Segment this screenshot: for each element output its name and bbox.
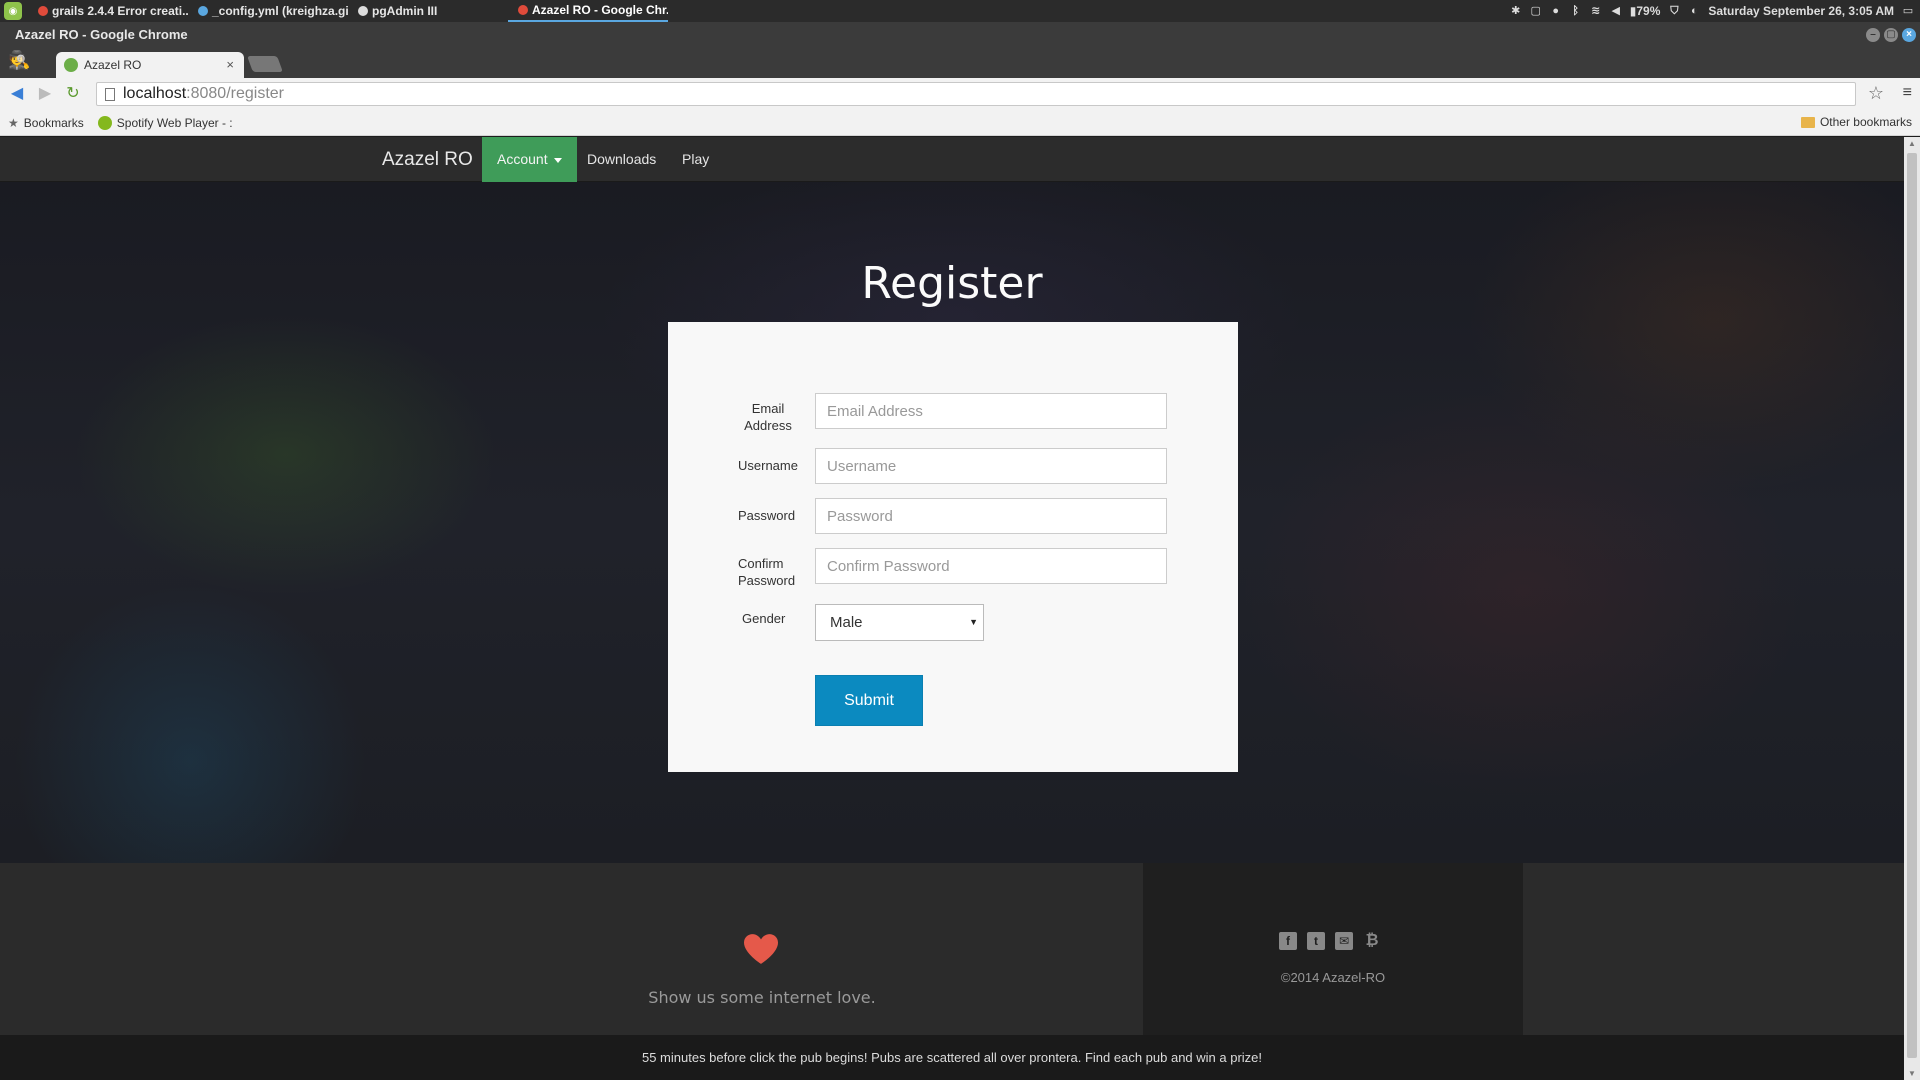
taskbar-item-chrome[interactable]: Azazel RO - Google Chr...: [508, 0, 668, 22]
minimize-button[interactable]: –: [1866, 28, 1880, 42]
incognito-icon: 🕵: [8, 50, 31, 70]
taskbar-item-label: grails 2.4.4 Error creati...: [52, 4, 188, 18]
gender-select[interactable]: Male ▼: [815, 604, 984, 641]
editor-icon: [198, 6, 208, 16]
taskbar-item-config[interactable]: _config.yml (kreighza.gi...: [188, 0, 348, 22]
scrollbar-thumb[interactable]: [1907, 153, 1917, 1058]
taskbar-item-label: pgAdmin III: [372, 4, 438, 18]
tab-strip: 🕵 Azazel RO ×: [0, 48, 1920, 78]
page-viewport: Azazel RO Account Downloads Play Registe…: [0, 137, 1904, 1080]
os-top-panel: ◉ grails 2.4.4 Error creati... _config.y…: [0, 0, 1920, 22]
hero-section: Register Email Address Username Password…: [0, 182, 1904, 863]
browser-tab[interactable]: Azazel RO ×: [56, 52, 244, 78]
bookmark-spotify[interactable]: Spotify Web Player - :: [97, 115, 233, 130]
announcement-ticker: 55 minutes before click the pub begins! …: [0, 1035, 1904, 1080]
email-label: Email Address: [744, 401, 792, 433]
bookmarks-bar: ★ Bookmarks Spotify Web Player - : Other…: [0, 110, 1920, 136]
bookmarks-button[interactable]: ★ Bookmarks: [8, 116, 84, 130]
taskbar-item-label: Azazel RO - Google Chr...: [532, 3, 668, 17]
site-footer: Show us some internet love. f t ✉ ₿ ©201…: [0, 863, 1904, 1035]
url-path: :8080/register: [186, 85, 284, 102]
chrome-icon: [518, 5, 528, 15]
address-bar[interactable]: localhost:8080/register: [96, 82, 1856, 106]
social-links: f t ✉ ₿: [1279, 932, 1381, 950]
nav-play[interactable]: Play: [667, 137, 724, 182]
shield-icon[interactable]: ⛉: [1668, 5, 1680, 17]
register-form: Email Address Username Password Confirm …: [668, 322, 1238, 772]
twitter-icon[interactable]: t: [1307, 932, 1325, 950]
nav-account-label: Account: [497, 151, 548, 167]
other-bookmarks-label: Other bookmarks: [1819, 115, 1912, 129]
gender-value: Male: [830, 614, 863, 631]
browser-toolbar: ◀ ▶ ↻ localhost:8080/register ☆ ≡: [0, 78, 1920, 110]
system-tray: ✱ ▢ ● ᛒ ≋ ◀ ▮79% ⛉ ◐ Saturday September …: [1510, 0, 1914, 22]
scroll-down-icon[interactable]: ▼: [1908, 1069, 1916, 1078]
caret-down-icon: [554, 157, 563, 163]
site-navbar: Azazel RO Account Downloads Play: [0, 137, 1904, 182]
window-title-bar: Azazel RO - Google Chrome – ▢ ×: [0, 22, 1920, 48]
nav-play-label: Play: [682, 151, 710, 167]
clock[interactable]: Saturday September 26, 3:05 AM: [1708, 4, 1894, 18]
chrome-menu-icon[interactable]: ≡: [1903, 84, 1912, 102]
tab-title: Azazel RO: [84, 58, 142, 72]
bluetooth-icon[interactable]: ᛒ: [1570, 5, 1582, 17]
email-field[interactable]: [815, 393, 1167, 429]
notification-icon[interactable]: ▭: [1902, 5, 1914, 17]
battery-indicator[interactable]: ▮79%: [1630, 4, 1661, 18]
gender-label: Gender: [742, 611, 786, 626]
copyright: ©2014 Azazel-RO: [1280, 970, 1386, 985]
user-icon[interactable]: ●: [1550, 5, 1562, 17]
submit-button[interactable]: Submit: [815, 675, 923, 726]
page-scrollbar[interactable]: ▲ ▼: [1904, 137, 1920, 1080]
username-label: Username: [738, 458, 798, 473]
close-window-button[interactable]: ×: [1902, 28, 1916, 42]
page-title: Register: [861, 258, 1043, 309]
nav-account-dropdown[interactable]: Account: [482, 137, 578, 182]
back-icon[interactable]: ◀: [6, 83, 28, 105]
url-host: localhost: [123, 85, 187, 102]
wifi-icon[interactable]: ≋: [1590, 5, 1602, 17]
taskbar-item-pgadmin[interactable]: pgAdmin III: [348, 0, 508, 22]
forward-icon[interactable]: ▶: [34, 83, 56, 105]
page-icon: [105, 87, 115, 101]
confirm-password-field[interactable]: [815, 548, 1167, 584]
site-brand[interactable]: Azazel RO: [382, 137, 473, 182]
taskbar-item-grails[interactable]: grails 2.4.4 Error creati...: [28, 0, 188, 22]
select-arrow-icon: ▼: [969, 617, 978, 627]
battery-percent: 79%: [1636, 4, 1661, 18]
os-menu-icon[interactable]: ◉: [4, 2, 22, 20]
facebook-icon[interactable]: f: [1279, 932, 1297, 950]
bitcoin-icon[interactable]: ₿: [1363, 932, 1381, 950]
pgadmin-icon: [358, 6, 368, 16]
close-tab-icon[interactable]: ×: [226, 57, 234, 72]
volume-icon[interactable]: ◀: [1610, 5, 1622, 17]
love-text: Show us some internet love.: [648, 988, 876, 1007]
bookmark-label: Spotify Web Player - :: [116, 115, 233, 130]
new-tab-button[interactable]: [247, 56, 283, 72]
maximize-button[interactable]: ▢: [1884, 28, 1898, 42]
username-field[interactable]: [815, 448, 1167, 484]
other-bookmarks[interactable]: Other bookmarks: [1800, 115, 1912, 129]
heart-icon: [744, 934, 778, 964]
bookmark-star-icon[interactable]: ☆: [1868, 83, 1884, 104]
reload-icon[interactable]: ↻: [62, 83, 84, 105]
password-label: Password: [738, 508, 796, 523]
weather-icon[interactable]: ◐: [1688, 5, 1700, 17]
scroll-up-icon[interactable]: ▲: [1908, 139, 1916, 148]
email-icon[interactable]: ✉: [1335, 932, 1353, 950]
window-title: Azazel RO - Google Chrome: [15, 27, 188, 42]
confirm-password-label: Confirm Password: [738, 556, 796, 588]
nav-downloads[interactable]: Downloads: [572, 137, 671, 182]
taskbar-item-label: _config.yml (kreighza.gi...: [212, 4, 348, 18]
settings-icon[interactable]: ✱: [1510, 5, 1522, 17]
folder-icon: [1800, 116, 1815, 128]
clipboard-icon[interactable]: ▢: [1530, 5, 1542, 17]
nav-downloads-label: Downloads: [587, 151, 657, 167]
spotify-icon: [97, 115, 112, 130]
password-field[interactable]: [815, 498, 1167, 534]
bookmarks-label: Bookmarks: [23, 115, 84, 130]
star-icon: ★: [8, 115, 19, 130]
chrome-icon: [38, 6, 48, 16]
favicon-icon: [64, 58, 78, 72]
